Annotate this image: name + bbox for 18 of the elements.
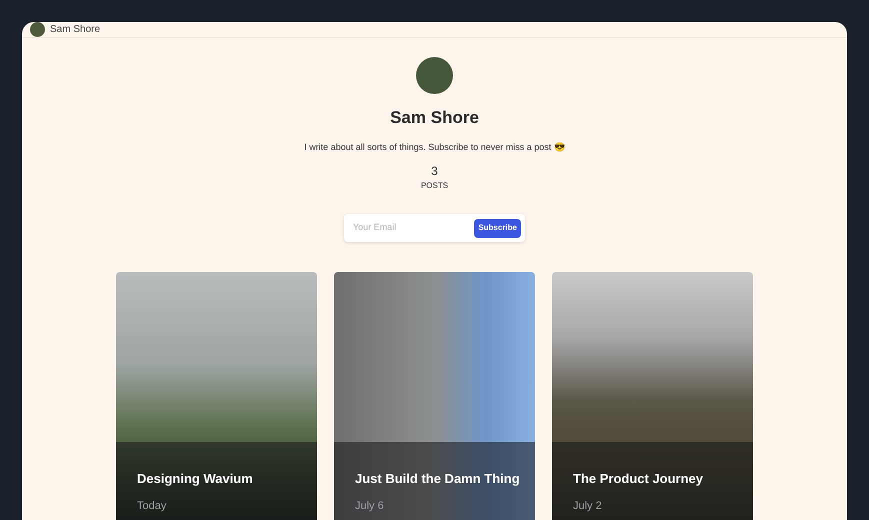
email-field[interactable]: Your Email Subscribe — [344, 214, 525, 242]
post-title: Designing Wavium — [137, 470, 253, 488]
profile-name: Sam Shore — [390, 107, 479, 129]
post-card[interactable]: Just Build the Damn Thing July 6 — [334, 272, 535, 520]
site-name[interactable]: Sam Shore — [50, 22, 100, 37]
post-date: Today — [137, 498, 168, 514]
avatar[interactable] — [30, 22, 45, 37]
profile-bio: I write about all sorts of things. Subscribe to never miss a post 😎 — [304, 140, 565, 154]
post-card[interactable]: Designing Wavium Today — [116, 272, 317, 520]
post-count: 3 — [431, 165, 438, 177]
post-title: Just Build the Damn Thing — [355, 470, 520, 488]
post-card[interactable]: The Product Journey July 2 — [552, 272, 753, 520]
post-date: July 6 — [355, 498, 385, 514]
post-date: July 2 — [573, 498, 603, 514]
post-title: The Product Journey — [573, 470, 704, 488]
profile-avatar — [416, 57, 453, 94]
subscribe-button[interactable]: Subscribe — [474, 218, 521, 238]
post-count-label: POSTS — [420, 180, 448, 192]
